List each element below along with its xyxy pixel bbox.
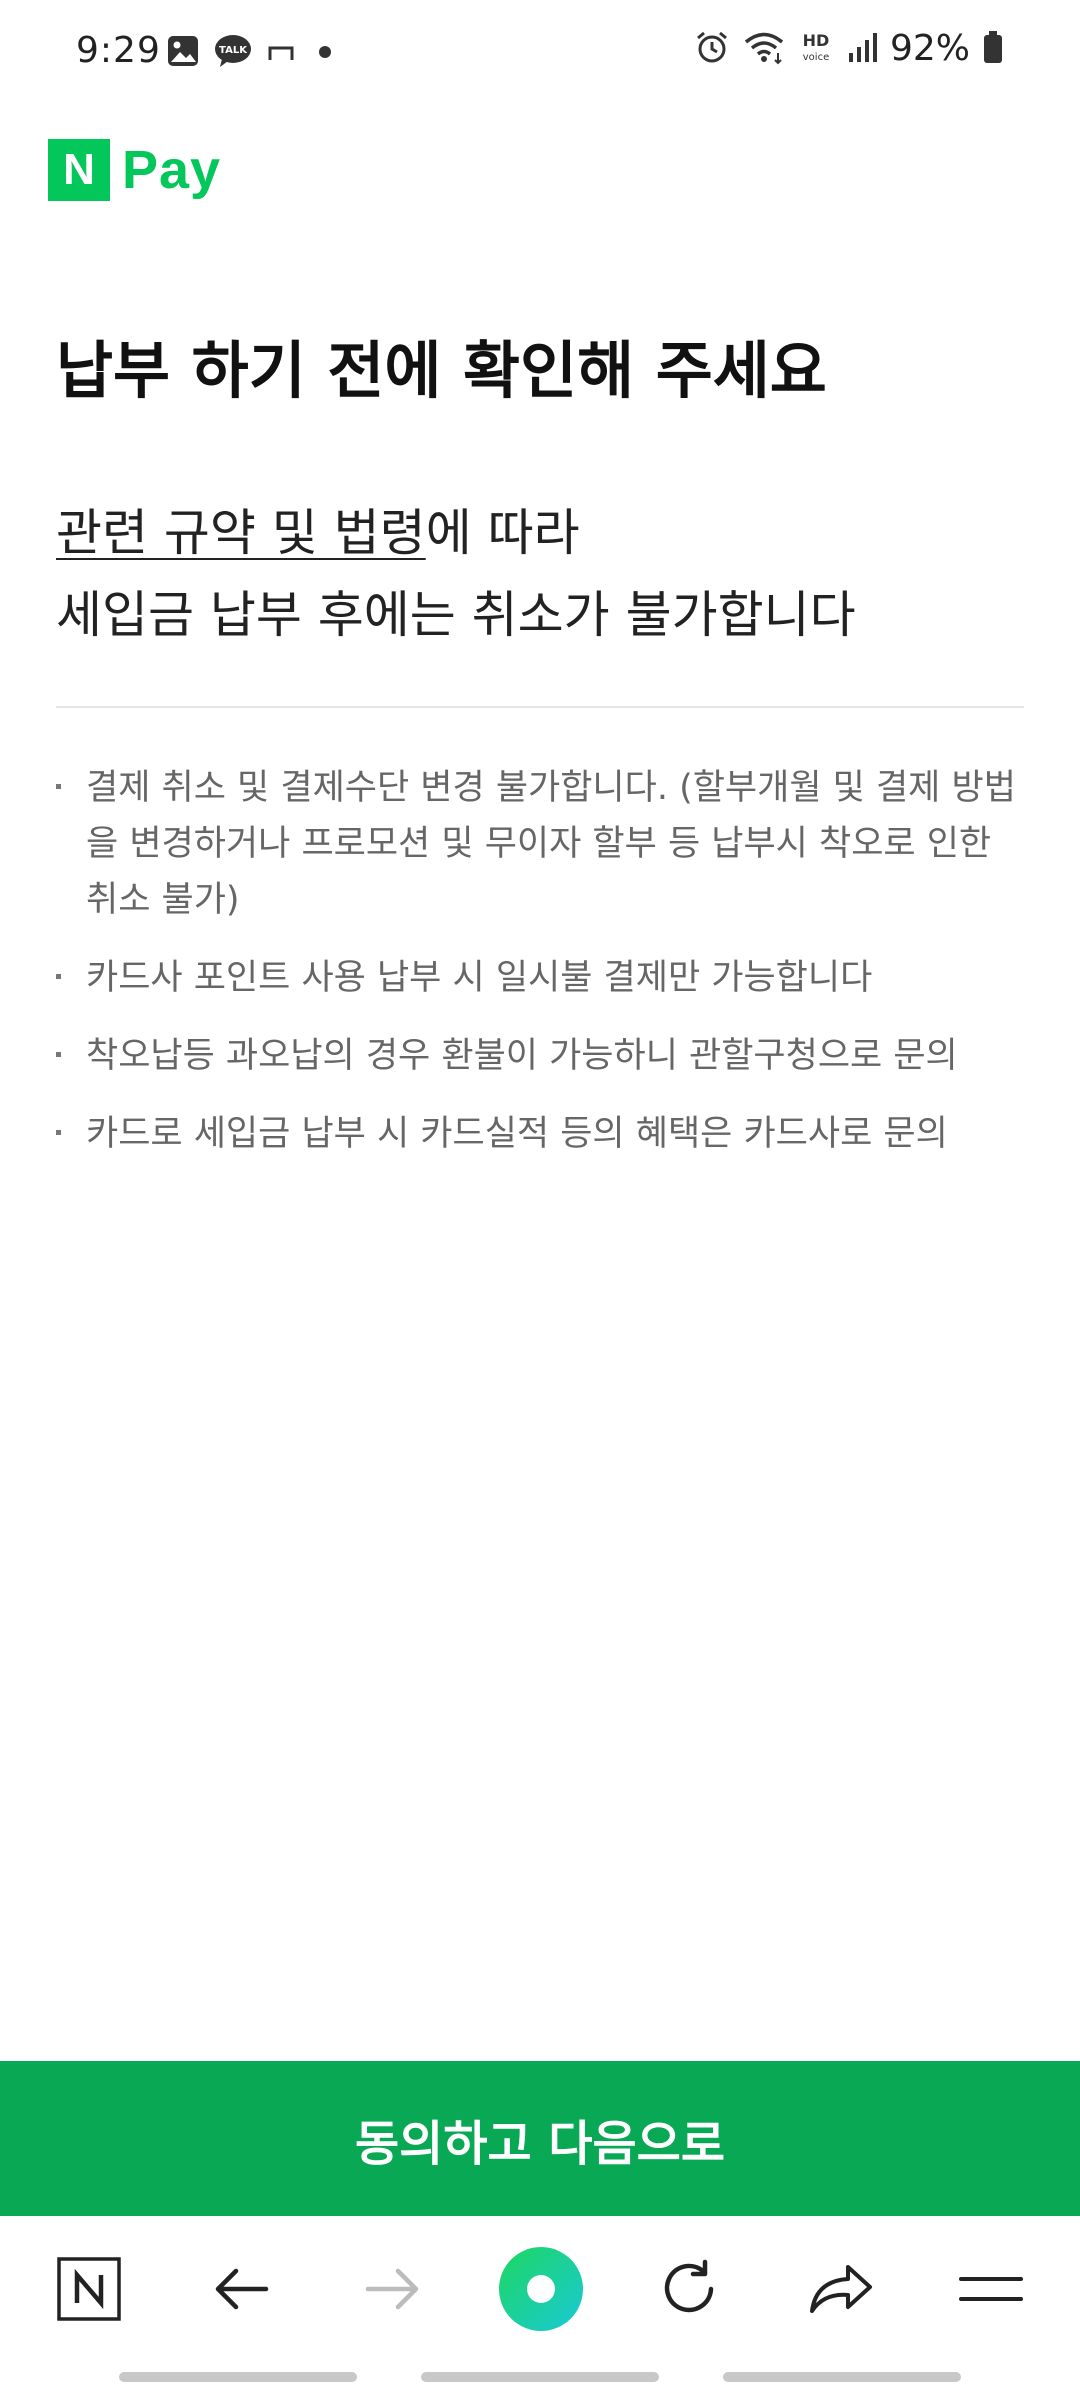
menu-button[interactable] [936,2236,1046,2346]
status-right: HD voice 92% [694,28,1004,69]
info-list: 결제 취소 및 결제수단 변경 불가합니다. (할부개월 및 결제 방법을 변경… [56,760,1024,1184]
gesture-bar-center[interactable] [421,2372,659,2382]
kakaotalk-icon: TALK [214,34,252,72]
list-item: 착오납등 과오납의 경우 환불이 가능하니 관할구청으로 문의 [56,1028,1024,1084]
green-dot-icon [498,2246,584,2336]
voice-label: voice [803,52,829,63]
hd-voice-icon: HD voice [798,29,834,69]
battery-percent: 92% [889,28,970,69]
reload-icon [659,2258,721,2324]
bullet-icon [56,784,61,789]
notice-line-1: 관련 규약 및 법령에 따라 [56,492,856,574]
forward-icon [362,2264,422,2318]
logo-pay-text: Pay [122,140,222,200]
kakaotalk-label: TALK [219,45,248,56]
battery-icon [982,29,1004,69]
list-item-text: 카드사 포인트 사용 납부 시 일시불 결제만 가능합니다 [86,958,873,998]
npay-logo: N Pay [48,139,221,201]
signal-icon [846,29,878,69]
back-icon [212,2264,272,2318]
naver-home-button[interactable] [34,2236,144,2346]
notice-text: 관련 규약 및 법령에 따라 세입금 납부 후에는 취소가 불가합니다 [56,492,856,656]
naver-logo-mark: N [48,139,110,201]
status-bar: 9:29 TALK HD voice 92% [0,0,1080,108]
share-button[interactable] [786,2236,896,2346]
alarm-icon [694,29,730,69]
green-dot-button[interactable] [486,2236,596,2346]
bullet-icon [56,1130,61,1135]
bullet-icon [56,974,61,979]
browser-toolbar [0,2216,1080,2366]
gesture-bar-left[interactable] [119,2372,357,2382]
list-item: 카드사 포인트 사용 납부 시 일시불 결제만 가능합니다 [56,950,1024,1006]
forward-button[interactable] [337,2236,447,2346]
back-button[interactable] [187,2236,297,2346]
wifi-icon [742,29,786,69]
list-item-text: 착오납등 과오납의 경우 환불이 가능하니 관할구청으로 문의 [86,1036,958,1076]
share-icon [808,2261,874,2321]
list-item-text: 결제 취소 및 결제수단 변경 불가합니다. (할부개월 및 결제 방법을 변경… [86,768,1016,920]
menu-icon [959,2269,1023,2313]
status-left-icons: TALK [166,34,340,72]
notification-icon [266,34,296,72]
dot-icon [310,34,340,72]
agree-next-button[interactable]: 동의하고 다음으로 [0,2061,1080,2216]
list-item-text: 카드로 세입금 납부 시 카드실적 등의 혜택은 카드사로 문의 [86,1114,948,1154]
notice-line-2: 세입금 납부 후에는 취소가 불가합니다 [56,586,856,644]
list-item: 결제 취소 및 결제수단 변경 불가합니다. (할부개월 및 결제 방법을 변경… [56,760,1024,928]
status-time: 9:29 [76,30,161,71]
page-title: 납부 하기 전에 확인해 주세요 [56,334,827,407]
notice-line-1-rest: 에 따라 [425,504,580,562]
hd-label: HD [803,31,830,50]
naver-home-icon [57,2257,121,2325]
divider [56,706,1024,708]
image-icon [166,34,200,72]
bullet-icon [56,1052,61,1057]
reload-button[interactable] [635,2236,745,2346]
terms-link[interactable]: 관련 규약 및 법령 [56,504,426,562]
gesture-bar-right[interactable] [723,2372,961,2382]
list-item: 카드로 세입금 납부 시 카드실적 등의 혜택은 카드사로 문의 [56,1106,1024,1162]
